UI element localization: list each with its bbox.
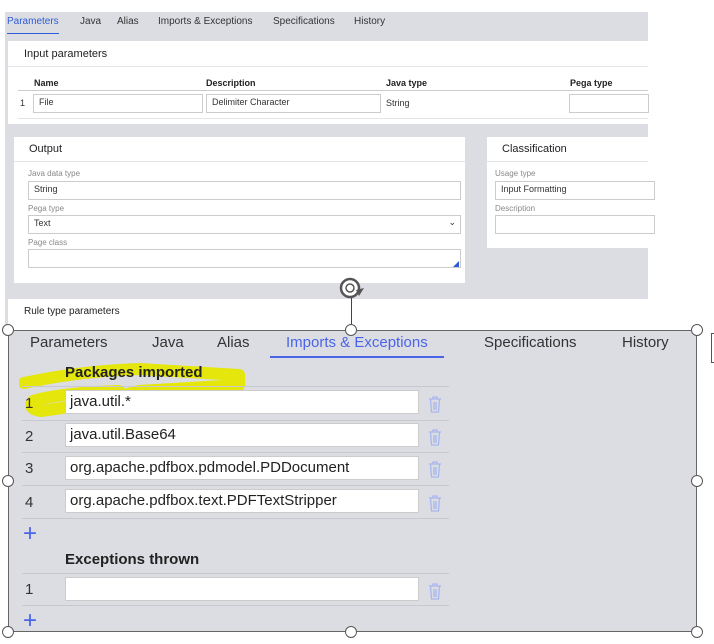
package-input[interactable]: java.util.* bbox=[65, 390, 419, 414]
tab-alias[interactable]: Alias bbox=[217, 334, 250, 351]
panel-title: Output bbox=[29, 143, 63, 155]
resize-handle-right[interactable] bbox=[691, 475, 703, 487]
trash-icon[interactable] bbox=[427, 494, 443, 512]
tab-alias[interactable]: Alias bbox=[117, 16, 139, 27]
description-input[interactable]: Delimiter Character bbox=[206, 94, 381, 113]
trash-icon[interactable] bbox=[427, 460, 443, 478]
resize-handle-icon[interactable] bbox=[453, 261, 459, 267]
add-exception-icon[interactable]: + bbox=[23, 609, 37, 633]
panel-title: Input parameters bbox=[24, 48, 108, 60]
rotate-handle-icon[interactable] bbox=[338, 275, 366, 301]
field-label: Java data type bbox=[28, 169, 81, 178]
name-input[interactable]: File bbox=[33, 94, 203, 113]
tab-java[interactable]: Java bbox=[80, 16, 101, 27]
row-number: 2 bbox=[25, 428, 34, 445]
row-number: 3 bbox=[25, 460, 34, 477]
selected-image-imports[interactable]: Parameters Java Alias Imports & Exceptio… bbox=[8, 330, 697, 633]
resize-handle-top-right[interactable] bbox=[691, 324, 703, 336]
field-label: Description bbox=[495, 204, 536, 213]
resize-handle-bottom-right[interactable] bbox=[691, 626, 703, 638]
panel-title: Classification bbox=[502, 143, 567, 155]
page-class-input[interactable] bbox=[28, 249, 461, 268]
trash-icon[interactable] bbox=[427, 428, 443, 446]
exception-input[interactable] bbox=[65, 577, 419, 601]
selected-value: Text bbox=[34, 218, 51, 228]
column-header: Pega type bbox=[570, 78, 613, 88]
output-panel: Output Java data type String Pega type T… bbox=[14, 137, 465, 283]
tab-imports-exceptions[interactable]: Imports & Exceptions bbox=[270, 334, 444, 358]
java-type-value: String bbox=[386, 98, 410, 108]
package-input[interactable]: org.apache.pdfbox.text.PDFTextStripper bbox=[65, 489, 419, 513]
tab-parameters[interactable]: Parameters bbox=[30, 334, 108, 351]
panel-title: Rule type parameters bbox=[24, 306, 120, 317]
resize-handle-bottom[interactable] bbox=[345, 626, 357, 638]
column-header: Description bbox=[206, 78, 256, 88]
rule-type-parameters-panel: Rule type parameters bbox=[8, 299, 648, 325]
tab-specifications[interactable]: Specifications bbox=[484, 334, 577, 351]
chevron-down-icon: ⌄ bbox=[448, 217, 456, 227]
tab-parameters[interactable]: Parameters bbox=[7, 16, 59, 34]
tab-java[interactable]: Java bbox=[152, 334, 184, 351]
resize-handle-left[interactable] bbox=[2, 475, 14, 487]
resize-handle-top[interactable] bbox=[345, 324, 357, 336]
input-parameters-panel: Input parameters Name Description Java t… bbox=[8, 41, 649, 124]
top-rule-form: Parameters Java Alias Imports & Exceptio… bbox=[5, 12, 655, 325]
usage-type-input[interactable]: Input Formatting bbox=[495, 181, 655, 200]
tab-specifications[interactable]: Specifications bbox=[273, 16, 335, 27]
row-number: 1 bbox=[20, 98, 26, 108]
column-header: Name bbox=[34, 78, 59, 88]
field-label: Usage type bbox=[495, 169, 536, 178]
field-label: Page class bbox=[28, 238, 68, 247]
tab-history[interactable]: History bbox=[622, 334, 669, 351]
add-package-icon[interactable]: + bbox=[23, 522, 37, 546]
row-number: 1 bbox=[25, 395, 34, 412]
tab-imports-exceptions[interactable]: Imports & Exceptions bbox=[158, 16, 252, 27]
trash-icon[interactable] bbox=[427, 582, 443, 600]
resize-handle-bottom-left[interactable] bbox=[2, 626, 14, 638]
java-data-type-input[interactable]: String bbox=[28, 181, 461, 200]
row-number: 4 bbox=[25, 494, 34, 511]
column-header: Java type bbox=[386, 78, 428, 88]
pega-type-select[interactable]: Text ⌄ bbox=[28, 215, 461, 234]
classification-panel: Classification Usage type Input Formatti… bbox=[487, 137, 655, 248]
classification-description-input[interactable] bbox=[495, 215, 655, 234]
tab-history[interactable]: History bbox=[354, 16, 385, 27]
exceptions-thrown-heading: Exceptions thrown bbox=[65, 551, 200, 568]
resize-handle-top-left[interactable] bbox=[2, 324, 14, 336]
pega-type-input[interactable] bbox=[569, 94, 649, 113]
packages-imported-heading: Packages imported bbox=[65, 364, 203, 381]
row-number: 1 bbox=[25, 581, 34, 598]
field-label: Pega type bbox=[28, 204, 65, 213]
package-input[interactable]: org.apache.pdfbox.pdmodel.PDDocument bbox=[65, 456, 419, 480]
trash-icon[interactable] bbox=[427, 395, 443, 413]
package-input[interactable]: java.util.Base64 bbox=[65, 423, 419, 447]
